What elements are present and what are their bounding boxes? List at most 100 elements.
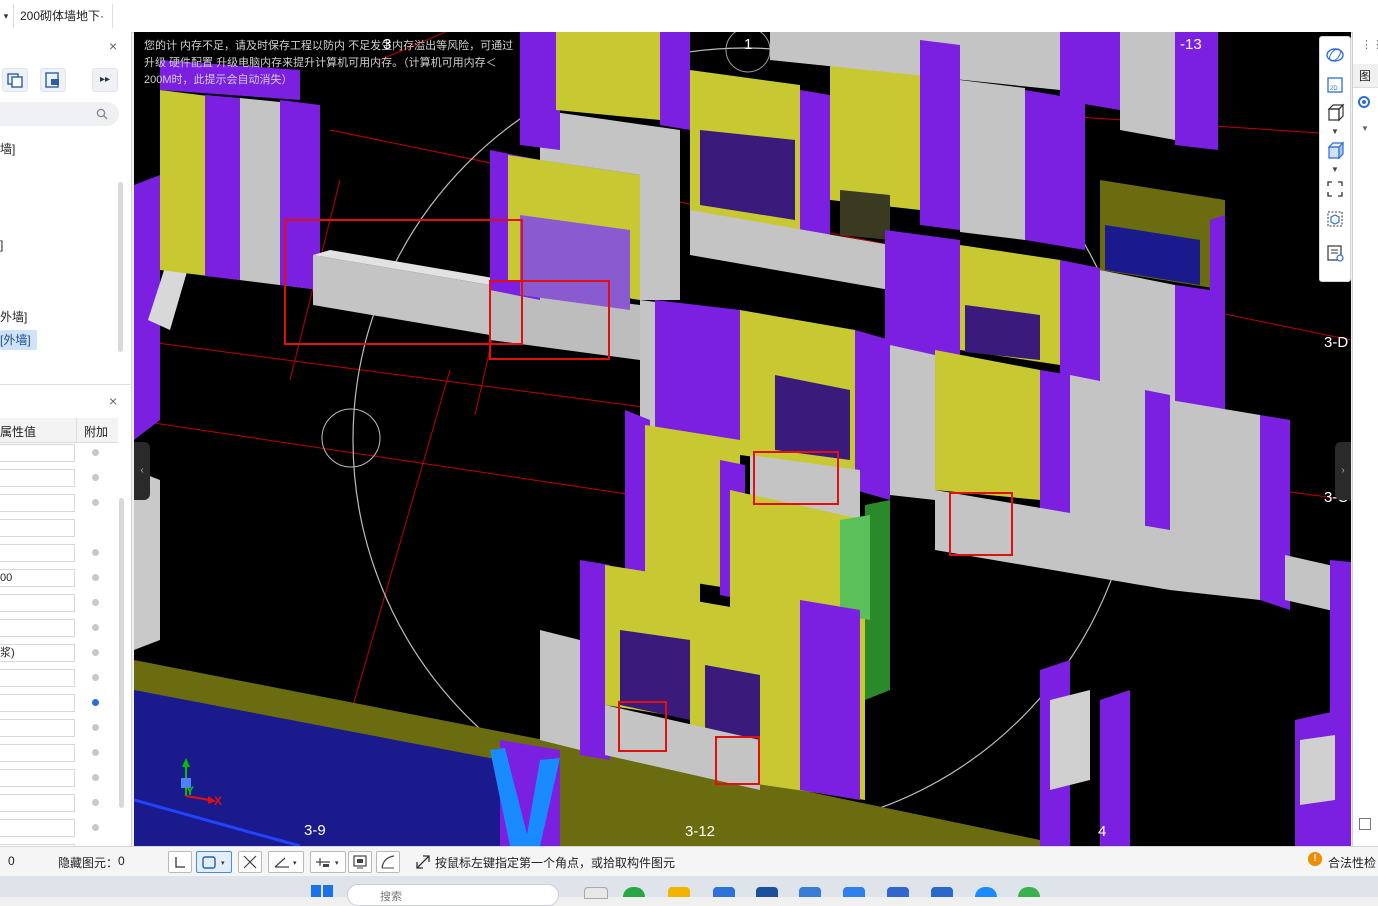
angle-button[interactable]: ▾ [268, 851, 304, 873]
layer-copy-button[interactable] [40, 68, 66, 92]
axis-label: 3-D [1324, 334, 1349, 351]
expand-button[interactable]: ▸▸ [92, 68, 118, 92]
display-icon [353, 855, 367, 869]
orbit-icon[interactable] [1325, 45, 1345, 65]
shaded-box-icon[interactable] [1325, 141, 1345, 161]
chevron-down-icon[interactable]: ▼ [1331, 127, 1339, 136]
app-icon[interactable] [975, 887, 997, 897]
arc-button[interactable] [376, 851, 400, 873]
close-icon[interactable]: × [109, 393, 117, 409]
select-mode-button[interactable]: ▾ [196, 851, 232, 873]
tree-item-selected[interactable]: [外墙] [0, 330, 37, 350]
axis-label: 4 [1098, 823, 1107, 840]
tree-item[interactable]: 墙] [0, 140, 15, 158]
display-button[interactable] [348, 851, 372, 873]
radio-button[interactable] [1358, 96, 1370, 108]
fit-view-icon[interactable] [1325, 179, 1345, 199]
property-value-field[interactable] [0, 669, 75, 687]
property-value-field[interactable] [0, 594, 75, 612]
taskbar-search-placeholder: 搜索 [380, 891, 402, 903]
svg-text:2D: 2D [1330, 86, 1338, 92]
browser-icon[interactable] [623, 887, 645, 897]
property-extra-dot[interactable] [92, 624, 99, 631]
property-value-field[interactable] [0, 444, 75, 462]
collapse-left-tab[interactable]: ‹ [134, 442, 150, 500]
search-input[interactable] [0, 102, 119, 126]
property-value-field[interactable] [0, 744, 75, 762]
property-extra-dot[interactable] [92, 674, 99, 681]
property-extra-dot[interactable] [92, 699, 99, 706]
cross-button[interactable] [238, 851, 262, 873]
property-extra-dot[interactable] [92, 649, 99, 656]
select-rect-icon: ▾ [202, 856, 225, 869]
app-icon[interactable] [887, 887, 909, 897]
app-icon[interactable] [584, 887, 608, 899]
checkbox[interactable] [1359, 818, 1371, 830]
property-value-field[interactable] [0, 469, 75, 487]
app-icon[interactable] [756, 887, 778, 897]
taskbar: 搜索 [0, 876, 1378, 906]
wechat-icon[interactable] [1018, 887, 1040, 897]
app-icon[interactable] [713, 887, 735, 897]
properties-header: 属性值 附加 [0, 418, 118, 443]
app-icon[interactable] [799, 887, 821, 897]
property-value-field[interactable] [0, 819, 75, 837]
property-extra-dot[interactable] [92, 824, 99, 831]
property-value-field[interactable] [0, 794, 75, 812]
snap-button[interactable]: ▾ [310, 851, 346, 873]
tab-drawing[interactable]: 图 [1353, 64, 1378, 88]
copy-icon [7, 73, 23, 88]
chevron-down-icon[interactable]: ▼ [1331, 165, 1339, 174]
property-value-field[interactable] [0, 494, 75, 512]
dropdown-arrow-icon[interactable]: ▾ [0, 6, 12, 26]
property-extra-dot[interactable] [92, 774, 99, 781]
property-value-field[interactable] [0, 769, 75, 787]
drag-handle-icon[interactable]: ⋮⋮ [1361, 38, 1378, 51]
property-extra-dot[interactable] [92, 499, 99, 506]
property-extra-dot[interactable] [92, 724, 99, 731]
3d-viewport[interactable]: 您的计 内存不足，请及时保存工程以防内 不足发生内存溢出等风险，可通过升级 硬件… [134, 32, 1351, 846]
report-icon[interactable] [1325, 243, 1345, 263]
3d-box-icon[interactable] [1325, 103, 1345, 123]
ortho-button[interactable] [168, 851, 192, 873]
properties-titlebar: × [0, 384, 131, 415]
property-extra-dot[interactable] [92, 749, 99, 756]
property-extra-dot[interactable] [92, 449, 99, 456]
property-extra-dot[interactable] [92, 549, 99, 556]
column-header-extra: 附加 [84, 425, 109, 439]
property-extra-dot[interactable] [92, 799, 99, 806]
taskbar-search[interactable]: 搜索 [347, 884, 559, 906]
property-value-field[interactable] [0, 719, 75, 737]
property-value-field[interactable] [0, 519, 75, 537]
chevron-down-icon[interactable]: ▼ [1361, 124, 1369, 133]
windows-start-icon[interactable] [311, 885, 333, 897]
layer-copy-icon [45, 72, 59, 88]
tree-item[interactable]: ] [0, 236, 3, 254]
hidden-count: 0 [118, 854, 125, 868]
app-icon[interactable] [931, 887, 953, 897]
view-toolbar: 2D ▼ ▼ [1319, 36, 1351, 282]
folder-icon[interactable] [668, 887, 690, 897]
close-icon[interactable]: × [109, 38, 117, 54]
axis-label: 3-9 [304, 822, 326, 839]
property-extra-dot[interactable] [92, 599, 99, 606]
scrollbar[interactable] [118, 182, 123, 352]
property-value-field[interactable]: 00 [0, 569, 75, 587]
snap-icon: ▾ [316, 858, 339, 867]
property-value-field[interactable]: 浆) [0, 644, 75, 662]
property-extra-dot[interactable] [92, 574, 99, 581]
collapse-right-tab[interactable]: › [1335, 442, 1351, 500]
property-value-field[interactable] [0, 544, 75, 562]
arc-icon [381, 855, 395, 869]
app-icon[interactable] [843, 887, 865, 897]
property-value-field[interactable] [0, 694, 75, 712]
select-box-icon[interactable] [1325, 209, 1345, 229]
tree-item[interactable]: 外墙] [0, 308, 27, 326]
copy-button[interactable] [2, 68, 28, 92]
validity-check-button[interactable]: 合法性检 [1328, 854, 1376, 871]
2d-view-icon[interactable]: 2D [1325, 75, 1345, 95]
property-value-field[interactable] [0, 619, 75, 637]
scrollbar[interactable] [119, 498, 124, 808]
layer-select[interactable]: 200砌体墙地下· [13, 4, 113, 28]
property-extra-dot[interactable] [92, 474, 99, 481]
